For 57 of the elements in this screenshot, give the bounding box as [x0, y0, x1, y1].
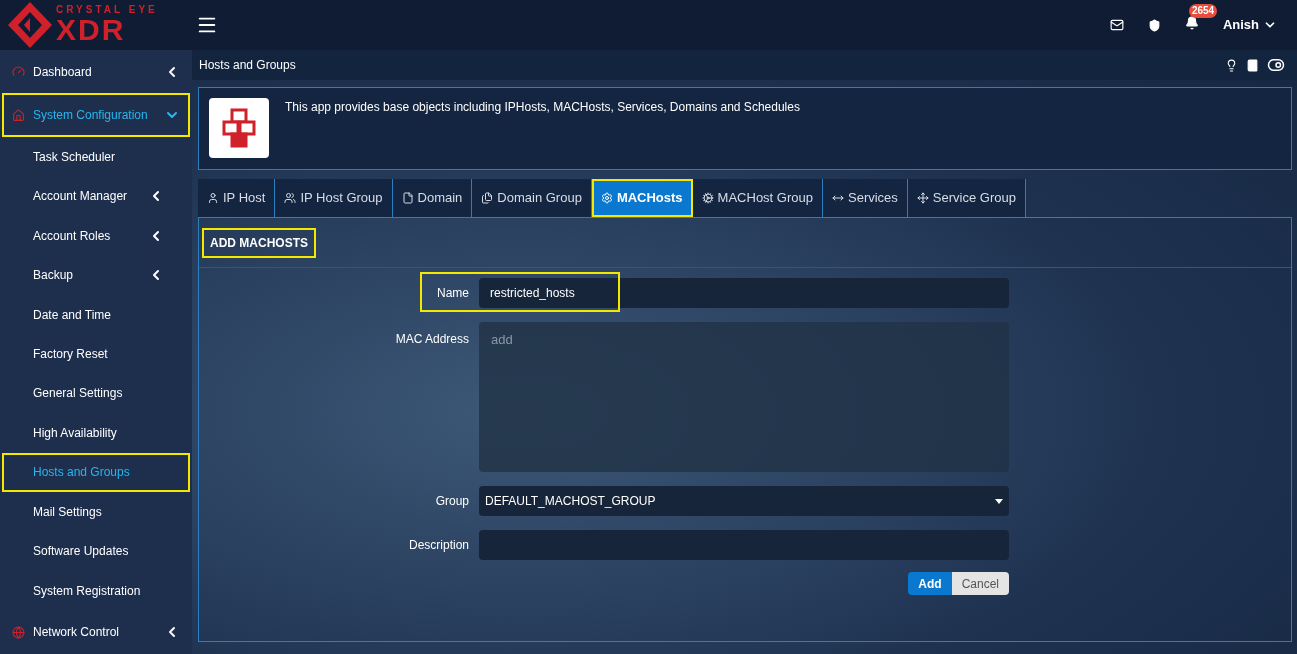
sidebar-subitem[interactable]: Account Manager — [2, 176, 190, 216]
sidebar-subitem[interactable]: System Registration — [2, 571, 190, 611]
tab[interactable]: MACHosts — [591, 179, 693, 217]
sidebar-subitem[interactable]: Backup — [2, 255, 190, 295]
move-icon — [916, 192, 929, 204]
group-select[interactable]: DEFAULT_MACHOST_GROUP — [479, 486, 1009, 516]
user-menu[interactable]: Anish — [1222, 15, 1277, 35]
sidebar-subitem[interactable]: High Availability — [2, 413, 190, 453]
home-icon — [12, 108, 25, 122]
cancel-button[interactable]: Cancel — [951, 572, 1009, 595]
field-label: Group — [434, 493, 469, 510]
files-icon — [481, 192, 494, 204]
tab[interactable]: IP Host Group — [275, 179, 393, 217]
logo-wordmark: XDR — [56, 15, 127, 45]
sidebar-subitem[interactable]: Mail Settings — [2, 492, 190, 532]
text-field[interactable]: restricted_hosts — [479, 278, 1009, 308]
sidebar-subitem[interactable]: General Settings — [2, 373, 190, 414]
logo-tagline: CRYSTAL EYE — [56, 5, 158, 15]
lightbulb-icon[interactable] — [1225, 58, 1238, 72]
sidebar-subitem[interactable]: Hosts and Groups — [2, 452, 190, 493]
app-logo-icon — [209, 98, 269, 158]
shield-icon[interactable] — [1147, 18, 1161, 32]
sidebar-item[interactable]: Network Control — [2, 610, 190, 654]
tab[interactable]: Domain Group — [472, 179, 592, 217]
field-label: Description — [407, 537, 469, 554]
field-label: Name — [436, 285, 469, 302]
tab[interactable]: MACHost Group — [692, 179, 823, 217]
dropdown-caret-icon — [995, 498, 1003, 504]
tab[interactable]: Domain — [392, 179, 473, 217]
mail-icon[interactable] — [1109, 18, 1124, 32]
sidebar-subitem[interactable]: Task Scheduler — [2, 136, 190, 177]
sidebar-subitem[interactable]: Factory Reset — [2, 334, 190, 374]
section-title: ADD MACHOSTS — [202, 227, 316, 258]
file-icon — [401, 192, 414, 204]
sidebar-item[interactable]: System Configuration — [2, 93, 190, 137]
text-field[interactable] — [479, 530, 1009, 560]
mac-address-field[interactable]: add — [479, 322, 1009, 472]
sidebar-subitem[interactable]: Account Roles — [2, 215, 190, 256]
toggle-icon[interactable] — [1267, 56, 1285, 74]
page-title: Hosts and Groups — [199, 57, 296, 74]
notification-count: 2654 — [1188, 4, 1218, 18]
add-button[interactable]: Add — [908, 572, 952, 595]
notification-bell-icon[interactable] — [1184, 16, 1199, 30]
field-label: MAC Address — [394, 331, 469, 348]
tab[interactable]: Service Group — [907, 179, 1026, 217]
sidebar-item[interactable]: Dashboard — [2, 50, 190, 94]
gear-icon — [600, 192, 613, 204]
globe-icon — [12, 625, 25, 639]
app-description: This app provides base objects including IPHosts, MACHosts, Services, Domains and Schedules — [285, 99, 800, 116]
tab[interactable]: IP Host — [198, 179, 276, 217]
tab[interactable]: Services — [823, 179, 908, 217]
gauge-icon — [12, 65, 25, 79]
gears-icon — [701, 192, 714, 204]
users-icon — [284, 192, 297, 204]
sidebar-subitem[interactable]: Software Updates — [2, 531, 190, 572]
sidebar-subitem[interactable]: Date and Time — [2, 294, 190, 335]
user-icon — [207, 192, 219, 204]
